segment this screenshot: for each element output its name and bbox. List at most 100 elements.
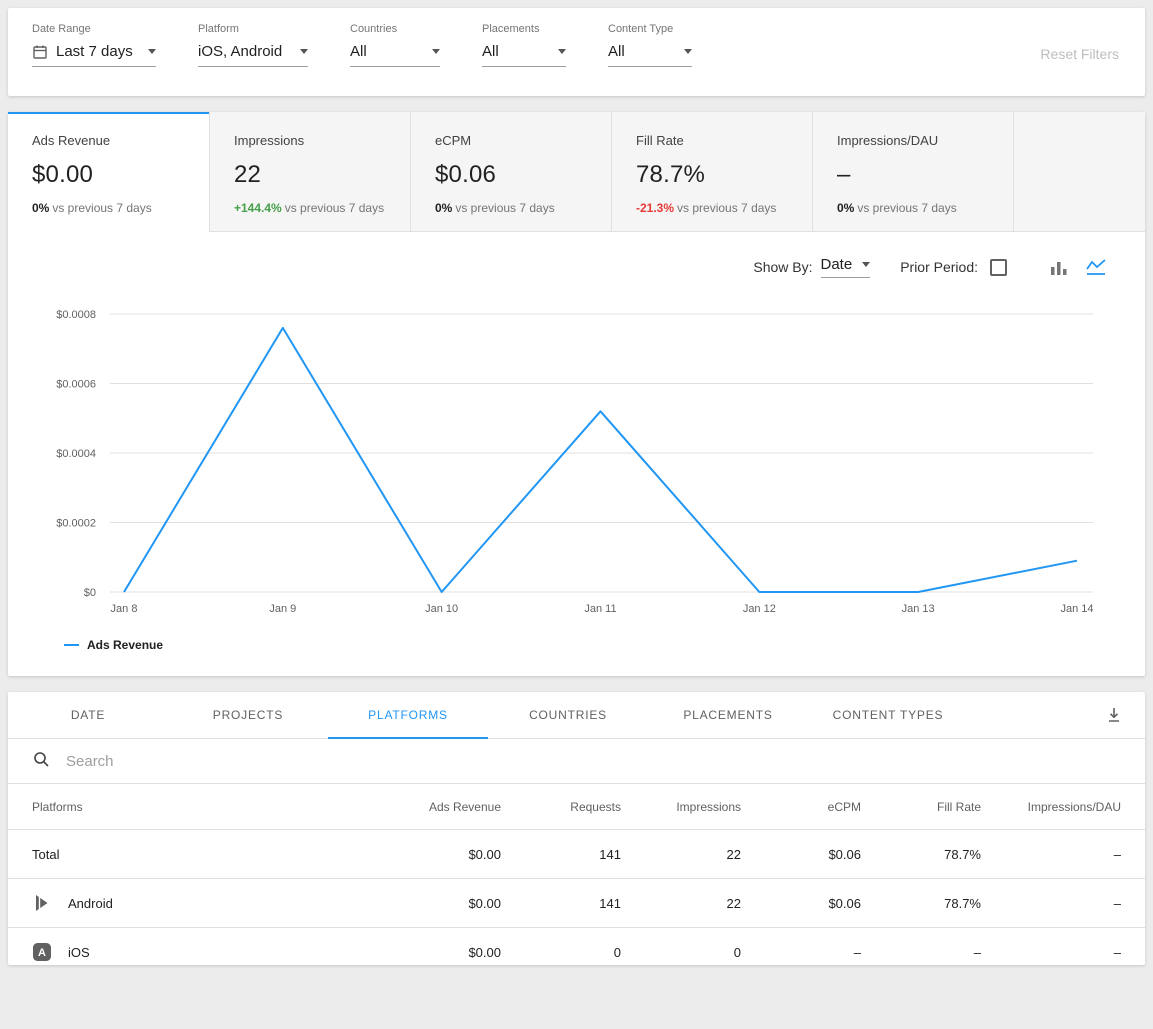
filter-label: Date Range bbox=[32, 23, 156, 35]
chart-legend: Ads Revenue bbox=[64, 638, 1145, 652]
filter-label: Countries bbox=[350, 23, 440, 35]
metric-tab-impressions-dau[interactable]: Impressions/DAU – 0%vs previous 7 days bbox=[812, 112, 1013, 232]
table-row-total[interactable]: Total $0.00 141 22 $0.06 78.7% – bbox=[8, 829, 1145, 878]
bar-chart-icon[interactable] bbox=[1049, 259, 1069, 276]
table-header-row: Platforms Ads Revenue Requests Impressio… bbox=[8, 784, 1145, 829]
cell-fill-rate: 78.7% bbox=[861, 847, 981, 862]
date-range-dropdown[interactable]: Last 7 days bbox=[32, 43, 156, 67]
download-icon[interactable] bbox=[1105, 706, 1123, 724]
ads-revenue-line-chart[interactable]: $0$0.0002$0.0004$0.0006$0.0008Jan 8Jan 9… bbox=[16, 292, 1137, 626]
line-chart-icon[interactable] bbox=[1085, 258, 1107, 276]
metric-tab-ecpm[interactable]: eCPM $0.06 0%vs previous 7 days bbox=[410, 112, 611, 232]
cell-ecpm: $0.06 bbox=[741, 896, 861, 911]
filter-countries: Countries All bbox=[350, 23, 440, 67]
prior-period-checkbox[interactable] bbox=[990, 259, 1007, 276]
breakdown-tabs: DATE PROJECTS PLATFORMS COUNTRIES PLACEM… bbox=[8, 692, 1145, 739]
metric-delta: -21.3% bbox=[636, 201, 674, 215]
filter-placements: Placements All bbox=[482, 23, 566, 67]
filter-bar: Date Range Last 7 days Platform iOS, And… bbox=[8, 8, 1145, 96]
tab-placements[interactable]: PLACEMENTS bbox=[648, 692, 808, 739]
table-row-ios[interactable]: A iOS $0.00 0 0 – – – bbox=[8, 927, 1145, 965]
metric-label: Ads Revenue bbox=[32, 133, 185, 148]
svg-text:A: A bbox=[38, 947, 46, 959]
legend-line-swatch bbox=[64, 644, 79, 646]
chevron-down-icon bbox=[684, 49, 692, 54]
tab-content-types[interactable]: CONTENT TYPES bbox=[808, 692, 968, 739]
metric-delta-suffix: vs previous 7 days bbox=[52, 201, 151, 215]
metric-delta-suffix: vs previous 7 days bbox=[857, 201, 956, 215]
cell-impressions-dau: – bbox=[981, 847, 1121, 862]
metric-tab-impressions[interactable]: Impressions 22 +144.4%vs previous 7 days bbox=[209, 112, 410, 232]
countries-value: All bbox=[350, 43, 367, 60]
cell-ads-revenue: $0.00 bbox=[381, 945, 501, 960]
metric-label: eCPM bbox=[435, 133, 587, 148]
metric-value: $0.06 bbox=[435, 161, 587, 189]
chevron-down-icon bbox=[300, 49, 308, 54]
placements-dropdown[interactable]: All bbox=[482, 43, 566, 67]
cell-requests: 141 bbox=[501, 847, 621, 862]
cell-ecpm: – bbox=[741, 945, 861, 960]
col-ads-revenue: Ads Revenue bbox=[381, 800, 501, 814]
breakdown-table-card: DATE PROJECTS PLATFORMS COUNTRIES PLACEM… bbox=[8, 692, 1145, 965]
chevron-down-icon bbox=[862, 262, 870, 267]
col-ecpm: eCPM bbox=[741, 800, 861, 814]
chevron-down-icon bbox=[148, 49, 156, 54]
cell-fill-rate: – bbox=[861, 945, 981, 960]
metric-delta-suffix: vs previous 7 days bbox=[677, 201, 776, 215]
tab-projects[interactable]: PROJECTS bbox=[168, 692, 328, 739]
google-play-icon bbox=[32, 893, 52, 913]
chevron-down-icon bbox=[432, 49, 440, 54]
svg-text:Jan 10: Jan 10 bbox=[425, 603, 458, 615]
row-label: iOS bbox=[68, 945, 90, 960]
show-by-label: Show By: bbox=[753, 259, 812, 275]
metric-delta-suffix: vs previous 7 days bbox=[455, 201, 554, 215]
row-label: Android bbox=[68, 896, 113, 911]
tab-platforms[interactable]: PLATFORMS bbox=[328, 692, 488, 739]
table-row-android[interactable]: Android $0.00 141 22 $0.06 78.7% – bbox=[8, 878, 1145, 927]
search-input[interactable] bbox=[66, 753, 1121, 770]
chevron-down-icon bbox=[558, 49, 566, 54]
reset-filters-button[interactable]: Reset Filters bbox=[1040, 46, 1119, 62]
tab-date[interactable]: DATE bbox=[8, 692, 168, 739]
content-type-dropdown[interactable]: All bbox=[608, 43, 692, 67]
content-type-value: All bbox=[608, 43, 625, 60]
svg-text:Jan 13: Jan 13 bbox=[902, 603, 935, 615]
metrics-chart-card: Ads Revenue $0.00 0%vs previous 7 days I… bbox=[8, 112, 1145, 676]
tab-countries[interactable]: COUNTRIES bbox=[488, 692, 648, 739]
filter-label: Platform bbox=[198, 23, 308, 35]
cell-ads-revenue: $0.00 bbox=[381, 896, 501, 911]
metric-label: Impressions bbox=[234, 133, 386, 148]
svg-text:$0.0004: $0.0004 bbox=[56, 448, 96, 460]
prior-period-label: Prior Period: bbox=[900, 259, 978, 275]
metric-value: – bbox=[837, 161, 989, 189]
svg-text:$0.0008: $0.0008 bbox=[56, 309, 96, 321]
filter-content-type: Content Type All bbox=[608, 23, 692, 67]
cell-impressions: 22 bbox=[621, 847, 741, 862]
metric-delta: 0% bbox=[32, 201, 49, 215]
cell-requests: 141 bbox=[501, 896, 621, 911]
metric-tab-fill-rate[interactable]: Fill Rate 78.7% -21.3%vs previous 7 days bbox=[611, 112, 812, 232]
filter-date-range: Date Range Last 7 days bbox=[32, 23, 156, 67]
metric-tabs-filler bbox=[1013, 112, 1145, 232]
metric-label: Fill Rate bbox=[636, 133, 788, 148]
metric-value: 78.7% bbox=[636, 161, 788, 189]
cell-impressions-dau: – bbox=[981, 896, 1121, 911]
filter-label: Placements bbox=[482, 23, 566, 35]
metric-tabs: Ads Revenue $0.00 0%vs previous 7 days I… bbox=[8, 112, 1145, 232]
metric-label: Impressions/DAU bbox=[837, 133, 989, 148]
cell-impressions-dau: – bbox=[981, 945, 1121, 960]
metric-delta: +144.4% bbox=[234, 201, 282, 215]
placements-value: All bbox=[482, 43, 499, 60]
metric-delta: 0% bbox=[435, 201, 452, 215]
cell-impressions: 22 bbox=[621, 896, 741, 911]
countries-dropdown[interactable]: All bbox=[350, 43, 440, 67]
metric-delta-suffix: vs previous 7 days bbox=[285, 201, 384, 215]
metric-value: 22 bbox=[234, 161, 386, 189]
col-fill-rate: Fill Rate bbox=[861, 800, 981, 814]
metric-tab-ads-revenue[interactable]: Ads Revenue $0.00 0%vs previous 7 days bbox=[8, 112, 209, 232]
show-by-dropdown[interactable]: Date bbox=[821, 256, 871, 278]
platform-dropdown[interactable]: iOS, Android bbox=[198, 43, 308, 67]
filter-label: Content Type bbox=[608, 23, 692, 35]
svg-text:Jan 9: Jan 9 bbox=[269, 603, 296, 615]
search-icon bbox=[32, 750, 50, 773]
